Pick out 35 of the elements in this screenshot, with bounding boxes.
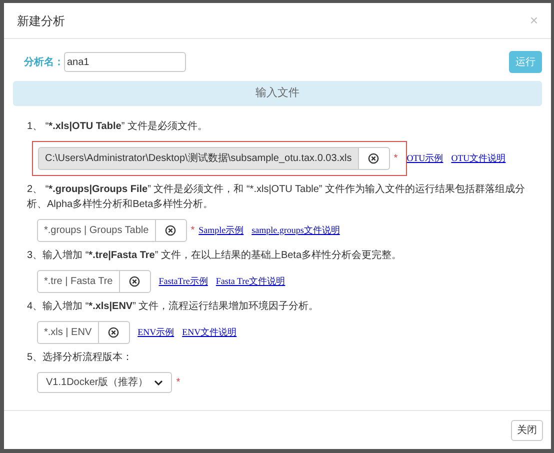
file-field[interactable]: *.xls | ENV	[37, 321, 99, 344]
clear-button[interactable]	[120, 270, 151, 293]
close-dialog-button[interactable]: 关闭	[511, 420, 543, 440]
clear-icon	[165, 225, 176, 236]
dialog-title: 新建分析	[17, 12, 65, 30]
file-field[interactable]: C:\Users\Administrator\Desktop\测试数据\subsample_otu.tax.0.03.xls	[38, 147, 359, 170]
clear-icon	[129, 276, 140, 287]
help-link[interactable]: ENV示例	[138, 326, 174, 340]
file-field[interactable]: *.tre | Fasta Tre	[37, 270, 120, 293]
required-mark: *	[394, 152, 398, 166]
help-link[interactable]: ENV文件说明	[182, 326, 237, 340]
help-link[interactable]: FastaTre示例	[158, 274, 208, 288]
step-instruction: 1、 “*.xls|OTU Table” 文件是必须文件。	[27, 120, 208, 134]
chevron-down-icon	[154, 380, 164, 386]
help-link[interactable]: sample.groups文件说明	[252, 224, 340, 238]
step-instruction: 4、输入增加 “*.xls|ENV” 文件，流程运行结果增加环境因子分析。	[27, 300, 320, 314]
clear-button[interactable]	[98, 321, 130, 344]
file-field[interactable]: *.groups | Groups Table	[37, 219, 156, 242]
field-label: 分析名：	[24, 56, 64, 70]
clear-button[interactable]	[358, 147, 390, 170]
name-input[interactable]: ana1	[64, 52, 186, 72]
required-mark: *	[190, 224, 195, 238]
required-mark: *	[176, 376, 180, 390]
step-instruction: 3、输入增加 “*.tre|Fasta Tre” 文件，在以上结果的基础上Beta多样性分析会更完整。	[27, 248, 403, 263]
help-link[interactable]: OTU文件说明	[451, 152, 506, 166]
help-link[interactable]: Sample示例	[198, 224, 244, 238]
section-header: 输入文件	[13, 81, 542, 106]
help-link[interactable]: Fasta Tre文件说明	[216, 274, 286, 288]
clear-icon	[108, 327, 120, 338]
clear-icon	[368, 153, 380, 164]
clear-button[interactable]	[156, 219, 187, 242]
step-instruction: 2、 “*.groups|Groups File” 文件是必须文件，和 “*.xls|OTU Table” 文件作为输入文件的运行结果包括群落组成分析、Alpha多样性分析和Beta多样性分析。	[27, 182, 526, 212]
version-select[interactable]: V1.1Docker版（推荐）	[37, 372, 172, 393]
help-link[interactable]: OTU示例	[406, 152, 444, 166]
step-instruction: 5、选择分析流程版本：	[27, 350, 134, 365]
